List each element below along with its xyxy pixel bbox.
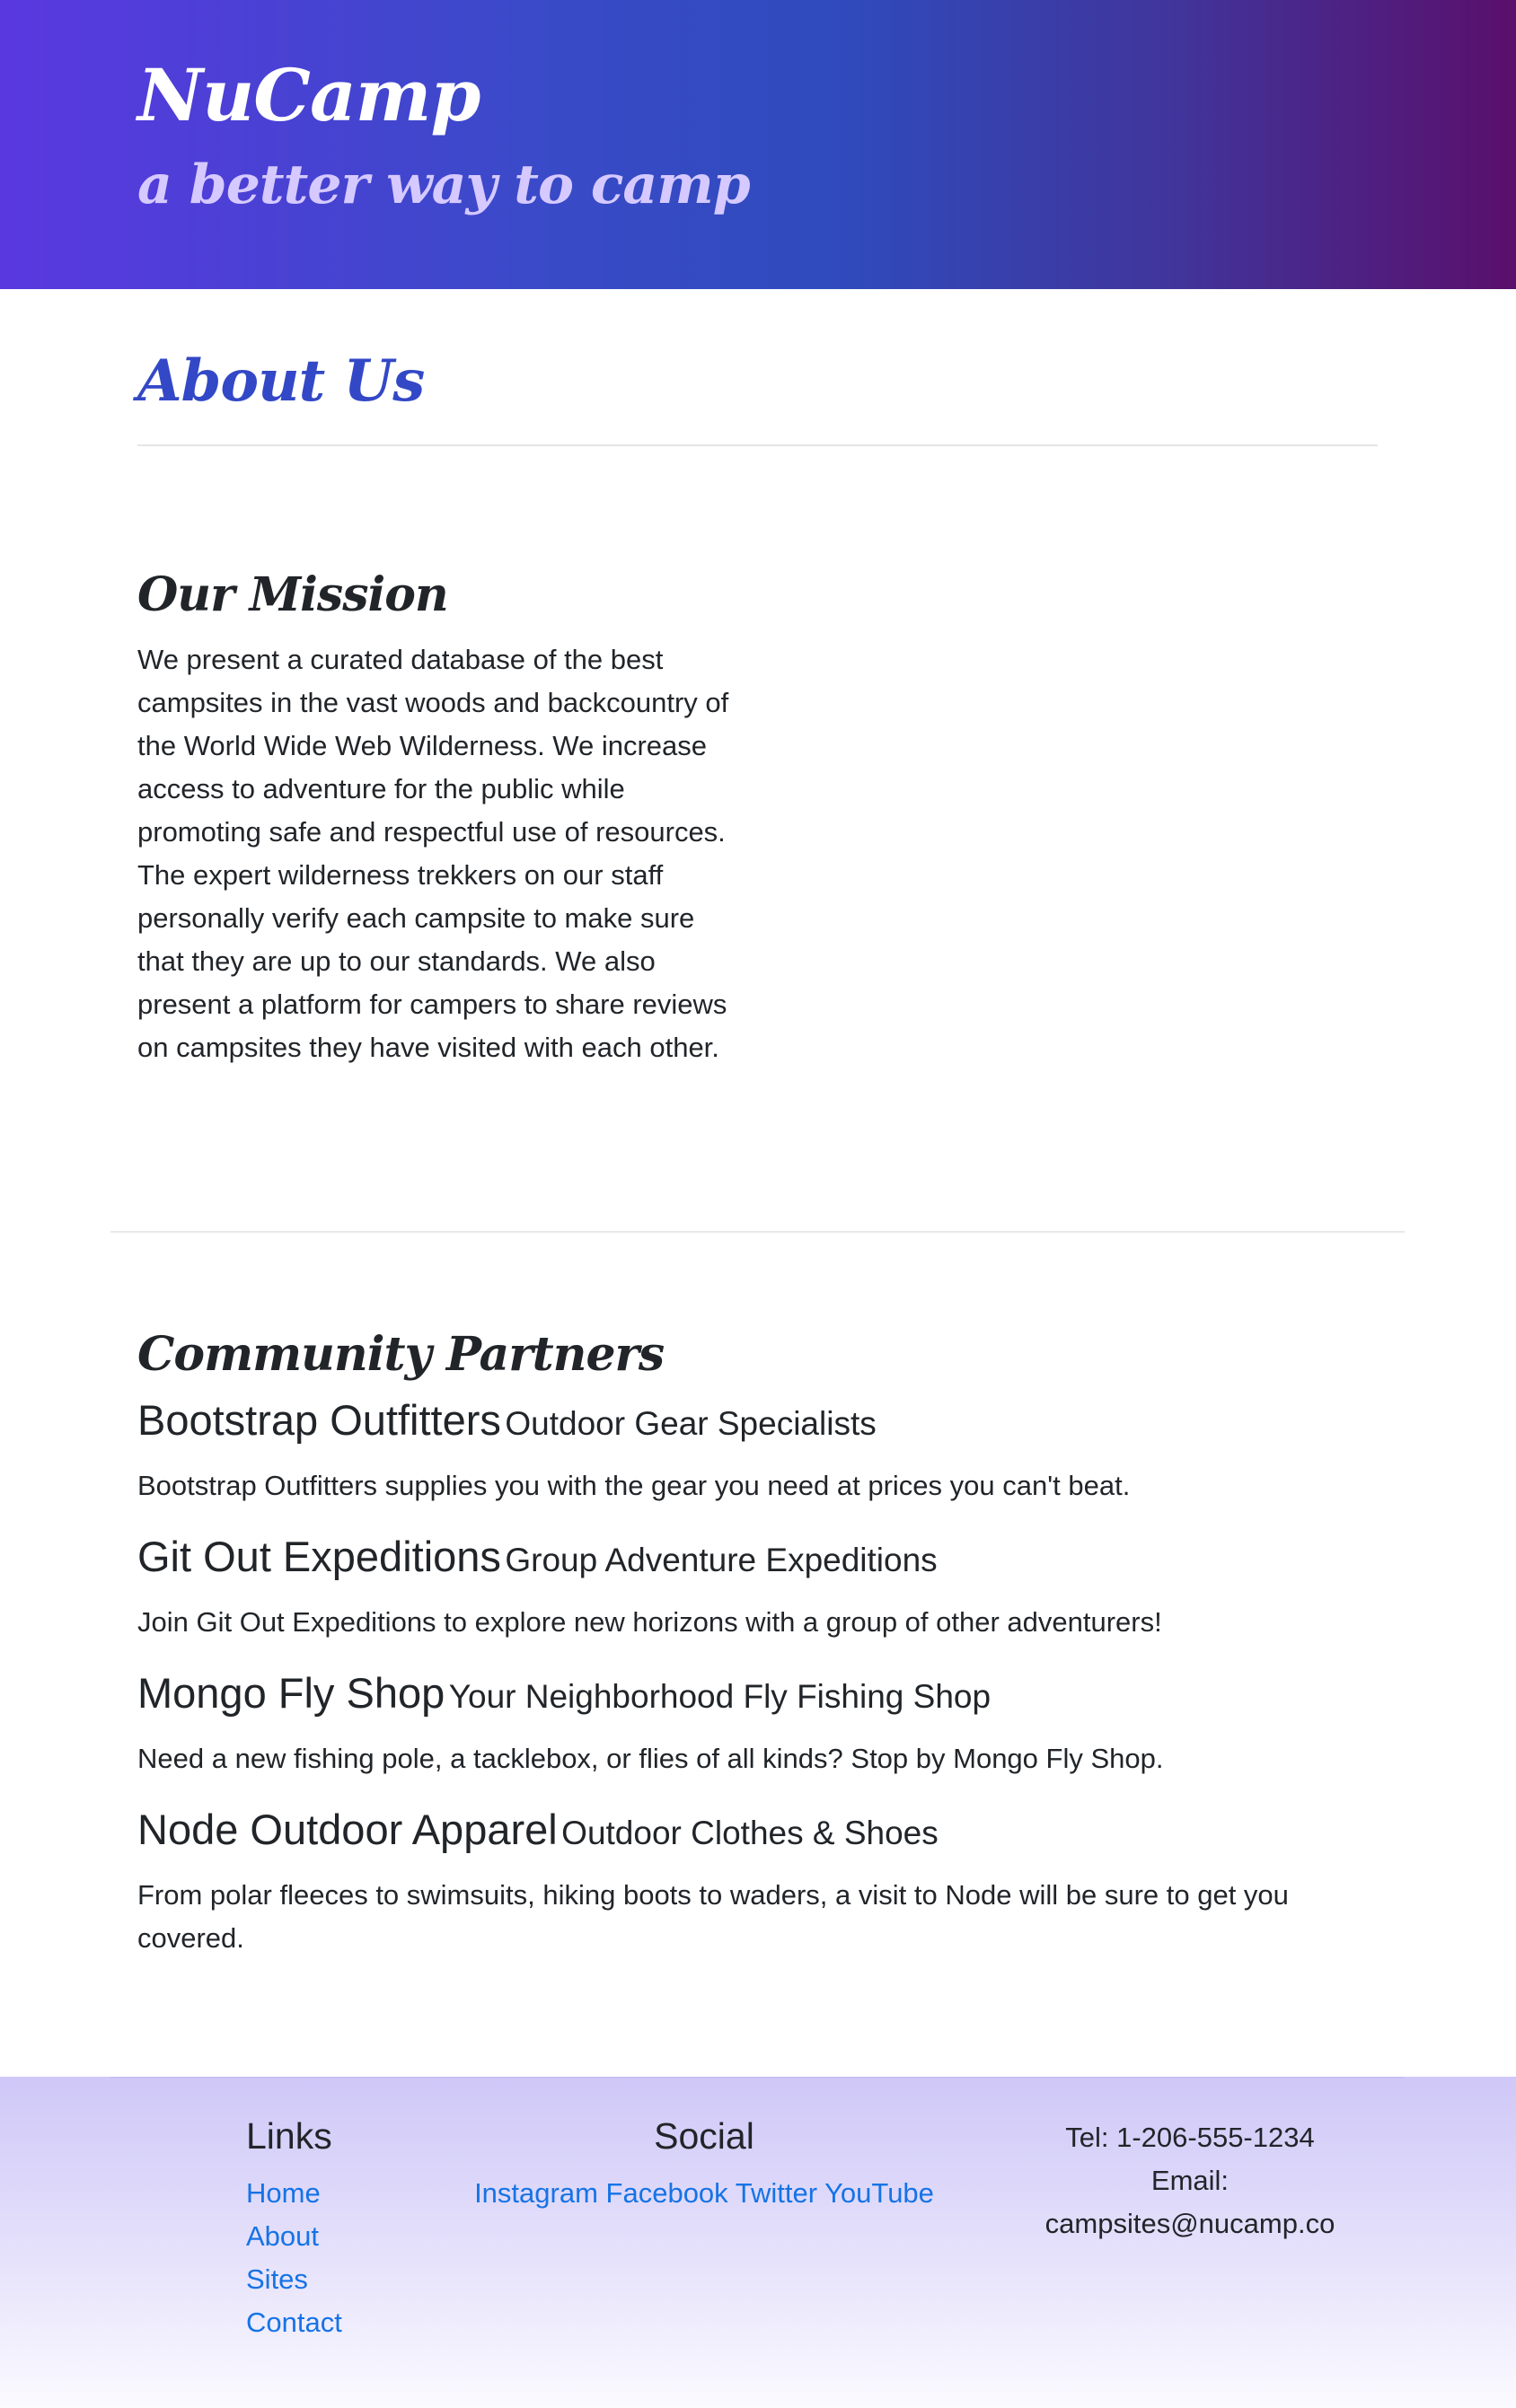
partner-tagline: Outdoor Clothes & Shoes (561, 1815, 939, 1851)
partner-item: Node Outdoor Apparel Outdoor Clothes & S… (137, 1804, 1386, 1960)
site-footer: Links Home About Sites Contact Social In… (0, 2077, 1516, 2408)
partner-tagline: Outdoor Gear Specialists (505, 1405, 877, 1442)
partners-heading: Community Partners (137, 1327, 665, 1382)
footer-link-item: About (246, 2215, 342, 2258)
footer-social-title: Social (654, 2115, 754, 2157)
contact-tel: Tel: 1-206-555-1234 (1065, 2122, 1315, 2153)
partner-name: Mongo Fly Shop (137, 1669, 445, 1717)
footer-link-home[interactable]: Home (246, 2177, 321, 2209)
partner-item: Mongo Fly Shop Your Neighborhood Fly Fis… (137, 1667, 1386, 1780)
footer-link-sites[interactable]: Sites (246, 2263, 308, 2295)
title-divider (137, 444, 1378, 446)
brand-title: NuCamp (137, 53, 480, 137)
partner-name: Git Out Expeditions (137, 1533, 501, 1580)
contact-email: campsites@nucamp.co (1044, 2208, 1335, 2239)
partner-description: Bootstrap Outfitters supplies you with t… (137, 1470, 1131, 1501)
footer-link-item: Contact (246, 2301, 342, 2344)
partner-tagline: Group Adventure Expeditions (505, 1542, 938, 1578)
footer-link-contact[interactable]: Contact (246, 2307, 342, 2338)
brand-tagline: a better way to camp (137, 154, 751, 216)
partner-description: From polar fleeces to swimsuits, hiking … (137, 1879, 1289, 1954)
page-title: About Us (137, 347, 425, 415)
partner-tagline: Your Neighborhood Fly Fishing Shop (448, 1678, 992, 1715)
footer-link-item: Home (246, 2172, 342, 2215)
partner-item: Git Out Expeditions Group Adventure Expe… (137, 1531, 1386, 1644)
mission-text: We present a curated database of the bes… (137, 644, 729, 1063)
contact-email-label: Email: (1150, 2165, 1230, 2196)
social-link-youtube[interactable]: YouTube (824, 2177, 934, 2209)
social-link-instagram[interactable]: Instagram (474, 2177, 598, 2209)
footer-contact: Tel: 1-206-555-1234 Email: campsites@nuc… (1024, 2116, 1356, 2245)
partner-name: Bootstrap Outfitters (137, 1396, 501, 1444)
partner-description: Join Git Out Expeditions to explore new … (137, 1606, 1162, 1638)
footer-link-about[interactable]: About (246, 2220, 319, 2252)
social-link-twitter[interactable]: Twitter (736, 2177, 817, 2209)
partner-description: Need a new fishing pole, a tacklebox, or… (137, 1743, 1164, 1774)
partner-item: Bootstrap Outfitters Outdoor Gear Specia… (137, 1394, 1386, 1507)
social-links: Instagram Facebook Twitter YouTube (467, 2172, 941, 2215)
footer-links-title: Links (246, 2115, 332, 2157)
footer-divider (110, 2077, 1405, 2078)
section-divider (110, 1231, 1405, 1233)
social-link-facebook[interactable]: Facebook (606, 2177, 728, 2209)
footer-links-list: Home About Sites Contact (246, 2172, 342, 2344)
partner-name: Node Outdoor Apparel (137, 1806, 558, 1853)
site-header: NuCamp a better way to camp (0, 0, 1516, 289)
footer-link-item: Sites (246, 2258, 342, 2301)
mission-heading: Our Mission (137, 567, 449, 622)
